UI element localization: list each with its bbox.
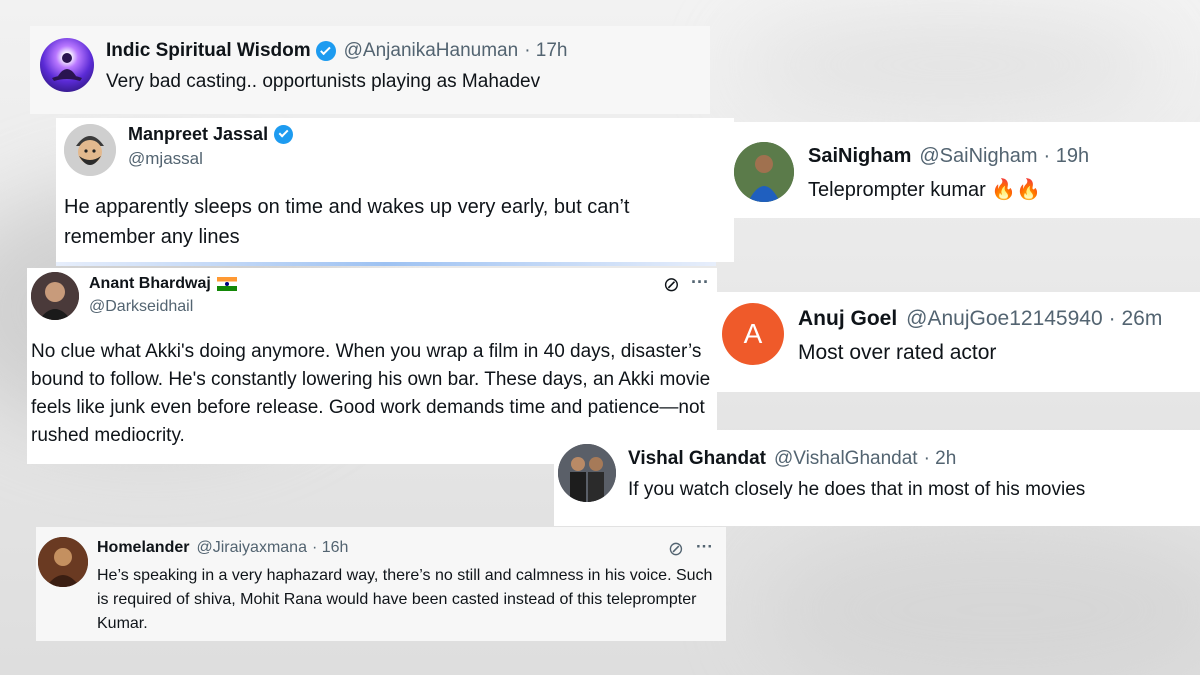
- people-photo-icon: [558, 444, 616, 502]
- tweet-text: If you watch closely he does that in mos…: [628, 479, 1086, 500]
- display-name[interactable]: Indic Spiritual Wisdom: [106, 40, 311, 62]
- verified-badge-icon: [274, 124, 294, 144]
- tweet-card[interactable]: Vishal Ghandat @VishalGhandat · 2h If yo…: [554, 430, 1200, 526]
- handle[interactable]: @Darkseidhail: [89, 298, 193, 316]
- display-name[interactable]: Anuj Goel: [798, 307, 897, 331]
- meditation-figure-icon: [52, 53, 82, 81]
- grok-icon[interactable]: ⊘: [668, 538, 684, 561]
- display-name[interactable]: Homelander: [97, 539, 189, 557]
- tweet-header: SaiNigham @SaiNigham · 19h: [808, 144, 1089, 168]
- tweet-text: Very bad casting.. opportunists playing …: [106, 71, 541, 92]
- avatar[interactable]: [40, 38, 94, 92]
- handle[interactable]: @SaiNigham: [919, 145, 1037, 168]
- tweet-text: Teleprompter kumar 🔥🔥: [808, 179, 1042, 201]
- tweet-header: Anant Bhardwaj: [89, 274, 237, 294]
- display-name[interactable]: Anant Bhardwaj: [89, 275, 211, 293]
- tweet-header: Indic Spiritual Wisdom @AnjanikaHanuman …: [106, 39, 568, 63]
- tweet-header: Vishal Ghandat @VishalGhandat · 2h: [628, 447, 956, 471]
- more-options-icon[interactable]: ···: [696, 537, 713, 557]
- handle[interactable]: @AnjanikaHanuman: [344, 40, 519, 62]
- tweet-text: He’s speaking in a very haphazard way, t…: [97, 567, 713, 632]
- timestamp[interactable]: · 17h: [524, 40, 567, 62]
- more-options-icon[interactable]: ···: [691, 272, 709, 293]
- avatar-letter: A: [743, 318, 763, 349]
- display-name[interactable]: Manpreet Jassal: [128, 124, 268, 145]
- avatar[interactable]: A: [722, 303, 784, 365]
- india-flag-icon: [216, 277, 237, 291]
- cartoon-person-icon: [64, 124, 116, 176]
- tweet-card[interactable]: A Anuj Goel @AnujGoe12145940 · 26m Most …: [716, 292, 1200, 392]
- tweet-card[interactable]: Indic Spiritual Wisdom @AnjanikaHanuman …: [30, 26, 710, 114]
- timestamp[interactable]: · 19h: [1043, 145, 1089, 168]
- person-photo-icon: [31, 272, 79, 320]
- avatar[interactable]: [734, 142, 794, 202]
- avatar[interactable]: [558, 444, 616, 502]
- avatar[interactable]: [38, 537, 88, 587]
- display-name[interactable]: SaiNigham: [808, 145, 911, 168]
- avatar[interactable]: [64, 124, 116, 176]
- timestamp[interactable]: · 26m: [1109, 307, 1163, 331]
- handle[interactable]: @mjassal: [128, 149, 203, 169]
- background-shape: [740, 20, 1160, 110]
- person-photo-icon: [38, 537, 88, 587]
- background-shape: [760, 520, 1200, 675]
- tweet-text: Most over rated actor: [798, 341, 997, 364]
- grok-icon[interactable]: ⊘: [663, 272, 680, 297]
- tweet-card[interactable]: SaiNigham @SaiNigham · 19h Teleprompter …: [734, 122, 1200, 218]
- divider: [56, 262, 716, 266]
- tweet-card[interactable]: Manpreet Jassal @mjassal He apparently s…: [56, 118, 734, 262]
- timestamp[interactable]: · 16h: [312, 539, 348, 557]
- verified-badge-icon: [315, 41, 336, 61]
- handle[interactable]: @Jiraiyaxmana: [196, 539, 307, 557]
- handle[interactable]: @VishalGhandat: [774, 448, 918, 470]
- tweet-header: Homelander @Jiraiyaxmana · 16h: [97, 538, 348, 558]
- display-name[interactable]: Vishal Ghandat: [628, 448, 766, 470]
- person-photo-icon: [734, 142, 794, 202]
- tweet-header: Manpreet Jassal: [128, 123, 294, 145]
- avatar[interactable]: [31, 272, 79, 320]
- tweet-header: Anuj Goel @AnujGoe12145940 · 26m: [798, 306, 1162, 332]
- handle[interactable]: @AnujGoe12145940: [906, 307, 1102, 331]
- tweet-text: He apparently sleeps on time and wakes u…: [64, 196, 630, 248]
- timestamp[interactable]: · 2h: [924, 448, 957, 470]
- tweet-card[interactable]: Homelander @Jiraiyaxmana · 16h ⊘ ··· He’…: [36, 527, 726, 641]
